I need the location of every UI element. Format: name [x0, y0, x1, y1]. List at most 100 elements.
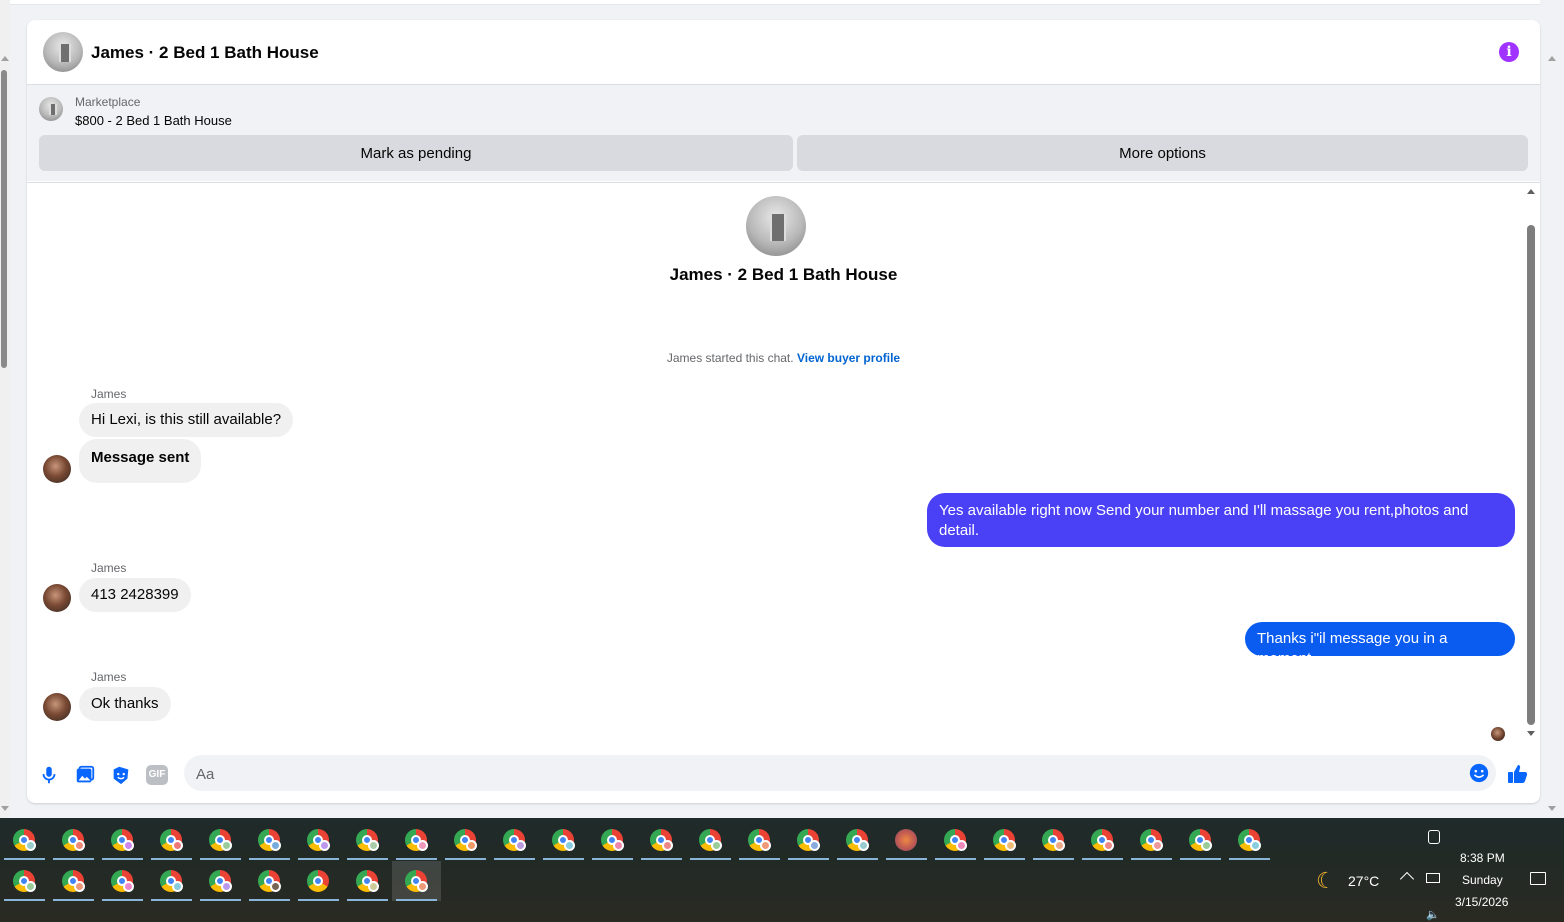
- sender-avatar[interactable]: [43, 693, 71, 721]
- chrome-taskbar-icon[interactable]: [931, 820, 980, 860]
- profile-badge-icon: [319, 840, 330, 851]
- network-icon[interactable]: [1426, 873, 1440, 883]
- chrome-taskbar-icon[interactable]: [294, 820, 343, 860]
- incoming-message[interactable]: Message sent: [79, 439, 202, 483]
- incoming-message[interactable]: Ok thanks: [79, 687, 171, 721]
- taskbar-indicator: [102, 858, 143, 860]
- chrome-taskbar-icon[interactable]: [392, 861, 441, 901]
- clock-day[interactable]: Sunday: [1462, 873, 1503, 887]
- chrome-taskbar-icon[interactable]: [735, 820, 784, 860]
- chrome-taskbar-icon[interactable]: [343, 861, 392, 901]
- more-options-button[interactable]: More options: [797, 135, 1528, 171]
- chrome-taskbar-icon[interactable]: [0, 861, 49, 901]
- chrome-taskbar-icon[interactable]: [588, 820, 637, 860]
- sticker-icon[interactable]: [110, 764, 132, 786]
- info-icon[interactable]: i: [1499, 42, 1519, 62]
- scroll-down-arrow-icon[interactable]: [1548, 806, 1556, 811]
- weather-temperature[interactable]: 27°C: [1348, 873, 1379, 889]
- outgoing-message[interactable]: Thanks i"il message you in a moment: [1245, 622, 1515, 667]
- taskbar-indicator: [494, 858, 535, 860]
- chrome-taskbar-icon[interactable]: [980, 820, 1029, 860]
- listing-title[interactable]: $800 - 2 Bed 1 Bath House: [75, 113, 232, 128]
- incoming-message[interactable]: Hi Lexi, is this still available?: [79, 403, 294, 437]
- gif-icon[interactable]: GIF: [146, 765, 168, 785]
- chrome-taskbar-icon[interactable]: [637, 820, 686, 860]
- message-sender-name: James: [91, 670, 127, 684]
- chrome-taskbar-icon[interactable]: [1127, 820, 1176, 860]
- chrome-taskbar-icon[interactable]: [98, 820, 147, 860]
- chrome-taskbar-icon[interactable]: [147, 820, 196, 860]
- message-thread[interactable]: James · 2 Bed 1 Bath House James started…: [27, 182, 1540, 749]
- scroll-up-arrow-icon[interactable]: [1527, 189, 1535, 194]
- moon-weather-icon[interactable]: ☾: [1316, 868, 1336, 894]
- view-buyer-profile-link[interactable]: View buyer profile: [797, 351, 900, 365]
- volume-icon[interactable]: 🔈: [1426, 908, 1440, 921]
- conversation-avatar[interactable]: [43, 32, 83, 72]
- chrome-taskbar-icon[interactable]: [490, 820, 539, 860]
- profile-badge-icon: [270, 881, 281, 892]
- profile-badge-icon: [956, 840, 967, 851]
- scroll-thumb[interactable]: [1527, 225, 1535, 725]
- scroll-thumb[interactable]: [1, 70, 7, 368]
- profile-badge-icon: [564, 840, 575, 851]
- incoming-message[interactable]: 413 2428399: [79, 578, 191, 612]
- taskbar-indicator: [249, 858, 290, 860]
- photo-icon[interactable]: [74, 764, 96, 786]
- chrome-taskbar-icon[interactable]: [539, 820, 588, 860]
- microphone-icon[interactable]: [38, 764, 60, 786]
- thumbs-up-icon[interactable]: [1506, 762, 1530, 786]
- chrome-taskbar-icon[interactable]: [147, 861, 196, 901]
- mark-as-pending-button[interactable]: Mark as pending: [39, 135, 793, 171]
- message-input[interactable]: [194, 755, 1458, 793]
- meet-now-icon[interactable]: [1428, 830, 1440, 844]
- taskbar-indicator: [151, 899, 192, 901]
- right-scrollbar[interactable]: [1540, 0, 1564, 818]
- scroll-up-arrow-icon[interactable]: [1, 56, 9, 61]
- conversation-title[interactable]: James · 2 Bed 1 Bath House: [91, 43, 319, 63]
- taskbar-indicator: [53, 899, 94, 901]
- chat-name-heading: James · 2 Bed 1 Bath House: [669, 265, 898, 284]
- show-hidden-icons-chevron-icon[interactable]: [1399, 871, 1415, 887]
- chrome-taskbar-icon[interactable]: [686, 820, 735, 860]
- chrome-taskbar-icon[interactable]: [196, 820, 245, 860]
- chrome-taskbar-icon[interactable]: [833, 820, 882, 860]
- clock-time[interactable]: 8:38 PM: [1460, 851, 1505, 865]
- chrome-taskbar-icon[interactable]: [441, 820, 490, 860]
- chrome-taskbar-icon[interactable]: [49, 820, 98, 860]
- chrome-taskbar-icon[interactable]: [245, 820, 294, 860]
- chrome-taskbar-icon[interactable]: [294, 861, 343, 901]
- thread-scrollbar[interactable]: [1525, 183, 1537, 749]
- chrome-taskbar-icon[interactable]: [1176, 820, 1225, 860]
- profile-badge-icon: [74, 840, 85, 851]
- scroll-up-arrow-icon[interactable]: [1548, 56, 1556, 61]
- chrome-taskbar-icon[interactable]: [784, 820, 833, 860]
- listing-thumbnail[interactable]: [39, 97, 63, 121]
- notifications-icon[interactable]: [1530, 872, 1546, 885]
- chrome-taskbar-icon[interactable]: [245, 861, 294, 901]
- chat-avatar-large: [746, 196, 806, 256]
- profile-badge-icon: [809, 840, 820, 851]
- chrome-taskbar-icon[interactable]: [1225, 820, 1274, 860]
- sender-avatar[interactable]: [43, 584, 71, 612]
- taskbar-indicator: [1229, 858, 1270, 860]
- chrome-taskbar-icon[interactable]: [49, 861, 98, 901]
- scroll-down-arrow-icon[interactable]: [1, 806, 9, 811]
- clock-date[interactable]: 3/15/2026: [1455, 895, 1508, 909]
- chrome-taskbar-icon[interactable]: [98, 861, 147, 901]
- chrome-taskbar-icon[interactable]: [1029, 820, 1078, 860]
- outgoing-message[interactable]: Yes available right now Send your number…: [927, 493, 1515, 547]
- chrome-taskbar-icon[interactable]: [392, 820, 441, 860]
- chrome-taskbar-icon[interactable]: [196, 861, 245, 901]
- chrome-taskbar-icon[interactable]: [0, 820, 49, 860]
- profile-badge-icon: [1152, 840, 1163, 851]
- chrome-taskbar-icon[interactable]: [343, 820, 392, 860]
- profile-badge-icon: [123, 840, 134, 851]
- app-taskbar-icon[interactable]: [882, 820, 931, 860]
- scroll-down-arrow-icon[interactable]: [1527, 731, 1535, 736]
- taskbar-indicator: [396, 899, 437, 901]
- page-scrollbar[interactable]: [0, 0, 10, 818]
- chrome-taskbar-icon[interactable]: [1078, 820, 1127, 860]
- emoji-icon[interactable]: [1468, 762, 1490, 784]
- profile-badge-icon: [25, 881, 36, 892]
- sender-avatar[interactable]: [43, 455, 71, 483]
